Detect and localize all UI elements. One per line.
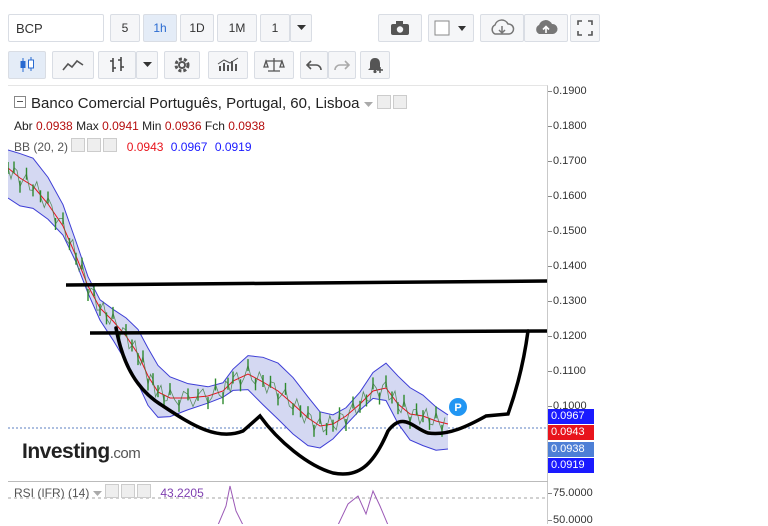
camera-icon — [391, 21, 409, 35]
bb-label: BB (20, 2) — [14, 140, 69, 154]
neckline — [89, 329, 547, 335]
investing-logo: Investing.com — [22, 440, 141, 463]
redo-icon — [334, 60, 350, 71]
price-tick: 0.1100 — [548, 365, 586, 377]
count-select[interactable]: 1 — [260, 14, 290, 42]
gear-icon — [174, 57, 190, 73]
high-label: Max — [76, 119, 99, 133]
area-style-button[interactable] — [52, 51, 94, 79]
cloud-upload-icon — [536, 20, 558, 34]
candles-icon — [20, 57, 34, 72]
visibility-icon[interactable] — [105, 484, 120, 498]
color-square-icon — [434, 20, 466, 36]
chart-title-text: Banco Comercial Português, Portugal, 60,… — [31, 95, 360, 112]
rsi-label: RSI (IFR) (14) — [14, 486, 90, 500]
bb-lower-value: 0.0919 — [214, 140, 252, 154]
bb-mid-price-label: 0.0943 — [548, 425, 594, 440]
bb-lower-price-label: 0.0919 — [548, 458, 594, 473]
pattern-marker-label: P — [454, 402, 461, 414]
candles-style-button[interactable] — [8, 51, 46, 79]
interval-5-button[interactable]: 5 — [110, 14, 140, 42]
bb-mid-value: 0.0943 — [126, 140, 164, 154]
alert-bell-icon — [368, 58, 383, 74]
rsi-tick: 75.0000 — [548, 487, 593, 499]
low-value: 0.0936 — [164, 119, 202, 133]
redo-button[interactable] — [328, 51, 356, 79]
compare-button[interactable] — [254, 51, 294, 79]
visibility-icon[interactable] — [71, 138, 86, 152]
price-tick: 0.1900 — [548, 85, 587, 97]
bb-upper-value: 0.0967 — [170, 140, 208, 154]
chevron-down-icon[interactable] — [92, 491, 102, 497]
chevron-down-icon[interactable] — [363, 102, 373, 108]
color-picker-button[interactable] — [428, 14, 474, 42]
close-icon[interactable] — [137, 484, 152, 498]
undo-icon — [306, 60, 322, 71]
collapse-icon[interactable] — [14, 96, 26, 108]
bars-icon — [110, 57, 124, 72]
open-value: 0.0938 — [36, 119, 73, 133]
chevron-down-icon — [296, 25, 306, 30]
price-axis[interactable]: 0.1900 0.1800 0.1700 0.1600 0.1500 0.140… — [548, 85, 616, 526]
bars-style-button[interactable] — [98, 51, 136, 79]
rsi-value: 43.2205 — [160, 486, 204, 500]
price-tick: 0.1700 — [548, 155, 587, 167]
last-price-label: 0.0938 — [548, 442, 594, 457]
main-toolbar: BCP 5 1h 1D 1M 1 — [8, 12, 600, 44]
drawing-toolbar — [8, 49, 600, 81]
open-label: Abr — [14, 119, 33, 133]
bb-upper-price-label: 0.0967 — [548, 409, 594, 424]
fullscreen-button[interactable] — [570, 14, 600, 42]
symbol-input[interactable]: BCP — [8, 14, 104, 42]
resistance-line — [65, 279, 547, 287]
cloud-download-icon — [491, 19, 515, 35]
count-dropdown-button[interactable] — [290, 14, 312, 42]
save-chart-button[interactable] — [524, 14, 568, 42]
balance-icon — [263, 58, 285, 72]
price-tick: 0.1500 — [548, 225, 587, 237]
price-tick: 0.1600 — [548, 190, 587, 202]
chart-title: Banco Comercial Português, Portugal, 60,… — [14, 95, 409, 112]
bb-band — [8, 150, 448, 451]
price-tick: 0.1300 — [548, 295, 587, 307]
alert-button[interactable] — [360, 51, 390, 79]
style-dropdown-button[interactable] — [136, 51, 158, 79]
rsi-tick: 50.0000 — [548, 514, 593, 526]
price-tick: 0.1400 — [548, 260, 587, 272]
rsi-line — [217, 485, 389, 524]
indicators-icon — [217, 57, 239, 71]
interval-1m-button[interactable]: 1M — [217, 14, 257, 42]
price-chart[interactable]: P Banco Comercial Português, Portugal, 6… — [8, 85, 548, 524]
low-label: Min — [142, 119, 162, 133]
load-chart-button[interactable] — [480, 14, 524, 42]
rsi-separator[interactable] — [8, 481, 548, 482]
close-icon[interactable] — [103, 138, 118, 152]
interval-1d-button[interactable]: 1D — [180, 14, 214, 42]
settings-small-icon[interactable] — [392, 95, 407, 109]
close-value: 0.0938 — [228, 119, 265, 133]
price-tick: 0.1200 — [548, 330, 587, 342]
indicators-button[interactable] — [208, 51, 248, 79]
settings-small-icon[interactable] — [87, 138, 102, 152]
interval-1h-button[interactable]: 1h — [143, 14, 177, 42]
area-chart-icon — [62, 59, 84, 71]
visibility-icon[interactable] — [376, 95, 391, 109]
chevron-down-icon — [142, 62, 152, 67]
close-label: Fch — [204, 119, 225, 133]
bb-legend: BB (20, 2) 0.0943 0.0967 0.0919 — [14, 138, 252, 154]
price-tick: 0.1800 — [548, 120, 587, 132]
high-value: 0.0941 — [102, 119, 139, 133]
rsi-legend: RSI (IFR) (14) 43.2205 — [14, 484, 204, 500]
undo-button[interactable] — [300, 51, 328, 79]
symbol-text: BCP — [16, 20, 43, 36]
fullscreen-icon — [577, 20, 593, 36]
ohlc-legend: Abr 0.0938 Max 0.0941 Min 0.0936 Fch 0.0… — [14, 119, 265, 133]
settings-button[interactable] — [164, 51, 200, 79]
settings-small-icon[interactable] — [121, 484, 136, 498]
screenshot-button[interactable] — [378, 14, 422, 42]
